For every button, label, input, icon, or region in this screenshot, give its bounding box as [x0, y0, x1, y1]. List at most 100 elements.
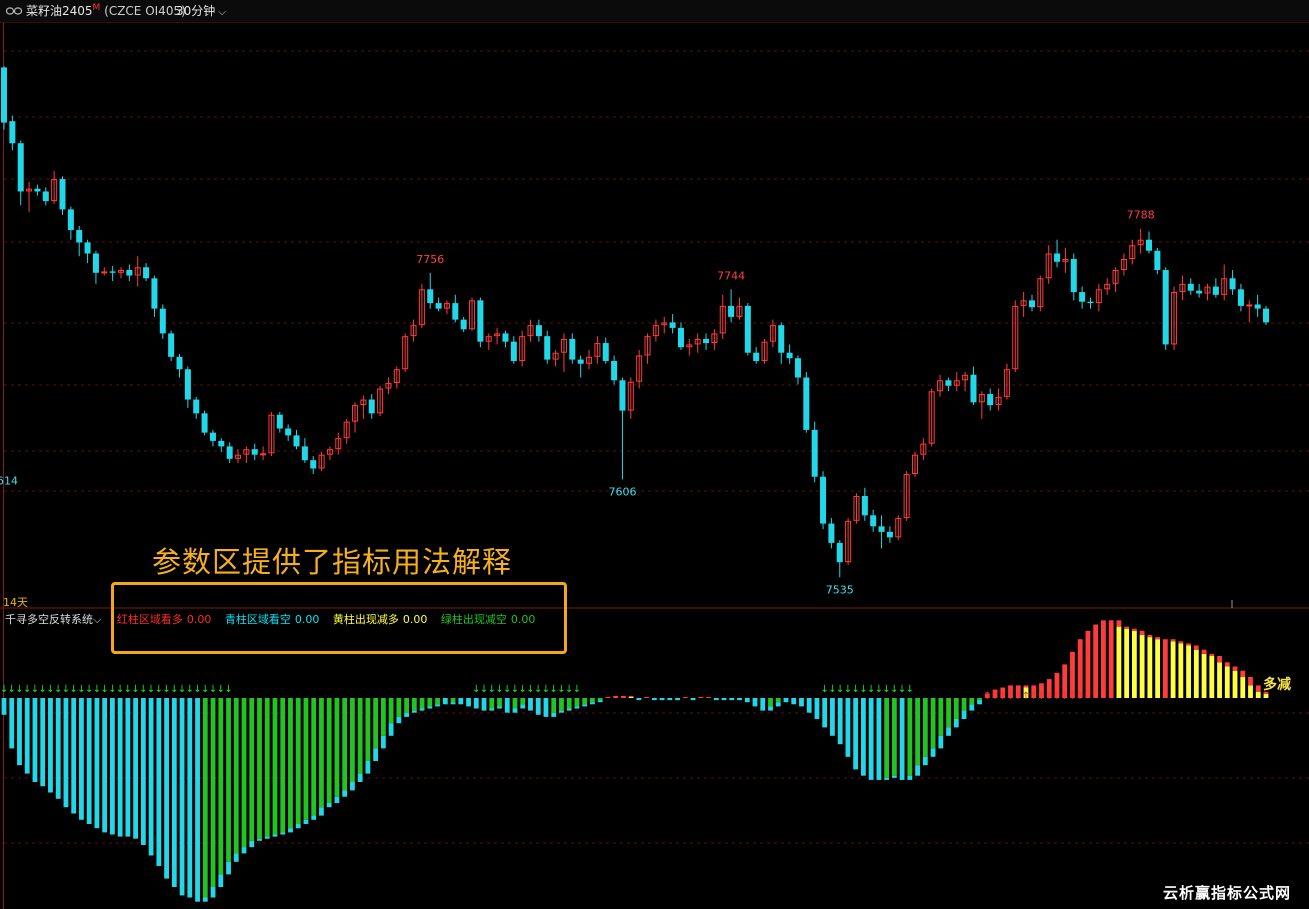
candle: [168, 330, 175, 361]
candle: [987, 388, 994, 411]
candle: [385, 377, 392, 395]
indicator-bar-upper: [1240, 670, 1246, 677]
indicator-bar-upper: [628, 695, 634, 697]
indicator-bar: [830, 698, 835, 736]
candle: [878, 515, 885, 549]
candle: [1020, 292, 1027, 317]
candle: [769, 319, 776, 348]
candle: [1129, 239, 1136, 265]
candle: [1196, 283, 1203, 298]
indicator-bar-upper: [1155, 637, 1161, 640]
indicator-bar: [1170, 641, 1176, 698]
indicator-bar: [837, 698, 843, 745]
candle: [34, 184, 41, 196]
candle: [861, 487, 868, 521]
indicator-bar-lower: [435, 704, 440, 707]
candle: [619, 377, 626, 480]
indicator-bar-lower: [280, 832, 286, 835]
indicator-bar: [620, 695, 626, 698]
indicator-bar: [419, 698, 425, 709]
indicator-bar: [55, 698, 61, 799]
indicator-bar: [613, 695, 619, 698]
indicator-bar: [427, 698, 433, 707]
indicator-histogram: [1, 620, 1269, 902]
indicator-bar: [63, 698, 69, 808]
indicator-bar-upper: [1224, 662, 1230, 667]
indicator-bar: [1, 698, 7, 715]
candle: [836, 540, 843, 578]
indicator-bar-lower: [489, 708, 495, 711]
candle: [1104, 278, 1111, 295]
period-selector[interactable]: 30分钟 ⌵: [176, 0, 226, 24]
candle: [577, 355, 584, 378]
candle: [661, 316, 668, 334]
indicator-bar: [659, 698, 665, 701]
indicator-bar-upper: [1147, 635, 1153, 638]
indicator-bar-lower: [497, 706, 502, 709]
indicator-bar: [891, 698, 897, 776]
candle: [686, 338, 693, 356]
candle: [201, 410, 208, 436]
indicator-bar-lower: [977, 700, 982, 705]
candle: [1221, 264, 1228, 301]
title-bar: 菜籽油2405M (CZCE OI405) 30分钟 ⌵: [0, 0, 1309, 23]
candle: [352, 402, 359, 433]
candle: [953, 372, 960, 392]
indicator-bar: [148, 698, 154, 856]
indicator-bar-lower: [350, 782, 355, 791]
annotation-highlight-box: [111, 582, 567, 654]
candle: [1212, 278, 1219, 298]
candle: [251, 443, 258, 461]
indicator-bar: [907, 698, 913, 776]
exchange-code: (CZCE OI405): [104, 4, 186, 18]
candle: [962, 372, 969, 392]
indicator-bar-lower: [582, 704, 588, 707]
candle: [995, 388, 1002, 411]
candle: [452, 294, 459, 323]
indicator-bar-lower: [210, 887, 216, 898]
indicator-bar-lower: [512, 708, 518, 713]
candle: [594, 336, 601, 364]
candle: [435, 297, 442, 312]
indicator-bar-lower: [419, 708, 425, 711]
indicator-bar: [768, 698, 773, 707]
indicator-bar-lower: [365, 761, 371, 774]
indicator-bar: [241, 698, 247, 848]
indicator-bar-upper: [1255, 685, 1261, 692]
indicator-bar: [1155, 639, 1161, 698]
indicator-bar-lower: [411, 710, 417, 713]
up-arrow-icon: ↑: [1076, 691, 1084, 702]
link-icon[interactable]: [6, 7, 22, 15]
chart-area[interactable]: 775677447788761476067535 ↓↓↓↓↓↓↓↓↓↓↓↓↓↓↓…: [0, 23, 1309, 909]
indicator-bar-lower: [559, 710, 564, 713]
indicator-bar: [102, 698, 108, 833]
indicator-bar: [272, 698, 278, 835]
candle: [1137, 228, 1144, 254]
indicator-bar-lower: [357, 773, 363, 782]
indicator-bar: [915, 698, 920, 766]
candle: [1079, 286, 1086, 309]
indicator-bar: [264, 698, 270, 837]
price-label: 7535: [826, 583, 854, 596]
candle: [636, 349, 643, 389]
price-label: 7606: [608, 485, 636, 498]
indicator-bar: [411, 698, 417, 711]
indicator-bar: [373, 698, 379, 749]
candle: [176, 354, 183, 378]
indicator-bar-lower: [590, 702, 595, 705]
indicator-bar-lower: [264, 836, 270, 839]
candle: [126, 264, 133, 282]
indicator-name[interactable]: 千寻多空反转系统⌵: [5, 613, 101, 626]
annotation-text: 参数区提供了指标用法解释: [152, 545, 513, 579]
indicator-bar: [876, 698, 882, 780]
candle: [117, 267, 125, 279]
indicator-bar: [752, 698, 758, 707]
candle: [285, 424, 292, 441]
candle: [226, 442, 233, 463]
indicator-bar-upper: [1139, 630, 1145, 635]
candle: [1054, 239, 1061, 268]
indicator-bar-lower: [891, 775, 897, 778]
down-arrow-icon: ↓: [224, 684, 232, 695]
indicator-bar-lower: [450, 702, 456, 705]
indicator-bar-upper: [1209, 653, 1215, 656]
